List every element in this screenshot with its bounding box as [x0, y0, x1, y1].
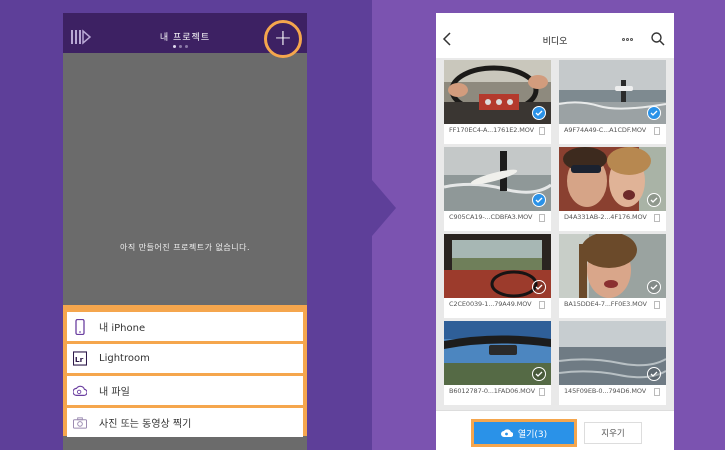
file-info-icon — [539, 301, 545, 309]
video-filename: C905CA19-...CDBFA3.MOV — [449, 213, 533, 221]
unselected-check-icon[interactable] — [647, 367, 661, 381]
open-button-label: 열기(3) — [517, 429, 548, 440]
menu-item-my-iphone[interactable]: 내 iPhone — [67, 312, 303, 341]
video-item[interactable]: B6012787-0...1FAD06.MOV — [444, 321, 551, 405]
file-info-icon — [539, 388, 545, 396]
unselected-check-icon[interactable] — [647, 193, 661, 207]
video-item[interactable]: A9F74A49-C...A1CDF.MOV — [559, 60, 666, 144]
camera-icon — [73, 415, 87, 431]
video-grid: FF170EC4-A...1761E2.MOV A9F74A49-C...A1C… — [436, 58, 674, 410]
action-bar: 열기(3) 지우기 — [436, 410, 674, 450]
add-project-button[interactable]: + — [264, 20, 302, 58]
video-filename: FF170EC4-A...1761E2.MOV — [449, 126, 535, 134]
video-item[interactable]: C905CA19-...CDBFA3.MOV — [444, 147, 551, 231]
video-filename: C2CE0039-1...79A49.MOV — [449, 300, 532, 308]
file-info-icon — [654, 301, 660, 309]
file-info-icon — [654, 127, 660, 135]
video-filename: 145F09EB-0...794D6.MOV — [564, 387, 647, 395]
page-indicator — [173, 45, 188, 48]
open-button[interactable]: 열기(3) — [474, 422, 574, 444]
creative-cloud-icon — [500, 428, 513, 437]
more-options-icon[interactable] — [622, 38, 633, 41]
lightroom-icon: Lr — [73, 351, 87, 367]
unselected-check-icon[interactable] — [532, 280, 546, 294]
menu-item-label: 내 파일 — [99, 387, 130, 398]
video-item[interactable]: C2CE0039-1...79A49.MOV — [444, 234, 551, 318]
video-item[interactable]: D4A331AB-2...4F176.MOV — [559, 147, 666, 231]
import-source-menu: 내 iPhone Lr Lightroom 내 파일 사진 또는 동영상 찍기 — [63, 305, 307, 437]
menu-item-lightroom[interactable]: Lr Lightroom — [67, 344, 303, 373]
svg-text:Lr: Lr — [75, 355, 84, 364]
open-button-highlight: 열기(3) — [471, 419, 577, 447]
menu-item-label: Lightroom — [99, 353, 150, 364]
page-dot — [185, 45, 188, 48]
unselected-check-icon[interactable] — [647, 280, 661, 294]
unselected-check-icon[interactable] — [532, 367, 546, 381]
video-item[interactable]: 145F09EB-0...794D6.MOV — [559, 321, 666, 405]
video-filename: BA15DDE4-7...FF0E3.MOV — [564, 300, 647, 308]
file-info-icon — [539, 214, 545, 222]
page-dot — [173, 45, 176, 48]
clear-button[interactable]: 지우기 — [584, 422, 642, 444]
video-filename: B6012787-0...1FAD06.MOV — [449, 387, 535, 395]
menu-item-label: 사진 또는 동영상 찍기 — [99, 419, 192, 430]
phone-icon — [73, 318, 87, 335]
empty-state-message: 아직 만들어진 프로젝트가 없습니다. — [119, 243, 251, 252]
menu-item-my-files[interactable]: 내 파일 — [67, 376, 303, 405]
page-title: 비디오 — [542, 37, 568, 47]
file-info-icon — [654, 388, 660, 396]
menu-item-take-photo[interactable]: 사진 또는 동영상 찍기 — [67, 408, 303, 437]
video-filename: D4A331AB-2...4F176.MOV — [564, 213, 647, 221]
video-item[interactable]: FF170EC4-A...1761E2.MOV — [444, 60, 551, 144]
selected-check-icon[interactable] — [532, 106, 546, 120]
menu-item-label: 내 iPhone — [99, 323, 146, 334]
video-item[interactable]: BA15DDE4-7...FF0E3.MOV — [559, 234, 666, 318]
video-picker-screen: 비디오 FF170EC4-A...1761E2.MOV A9F74A49-C..… — [436, 13, 674, 450]
video-header: 비디오 — [436, 13, 674, 58]
search-icon[interactable] — [651, 32, 665, 46]
transition-arrow — [372, 180, 396, 236]
creative-cloud-icon — [73, 383, 87, 399]
file-info-icon — [539, 127, 545, 135]
file-info-icon — [654, 214, 660, 222]
selected-check-icon[interactable] — [532, 193, 546, 207]
page-dot — [179, 45, 182, 48]
selected-check-icon[interactable] — [647, 106, 661, 120]
video-filename: A9F74A49-C...A1CDF.MOV — [564, 126, 647, 134]
